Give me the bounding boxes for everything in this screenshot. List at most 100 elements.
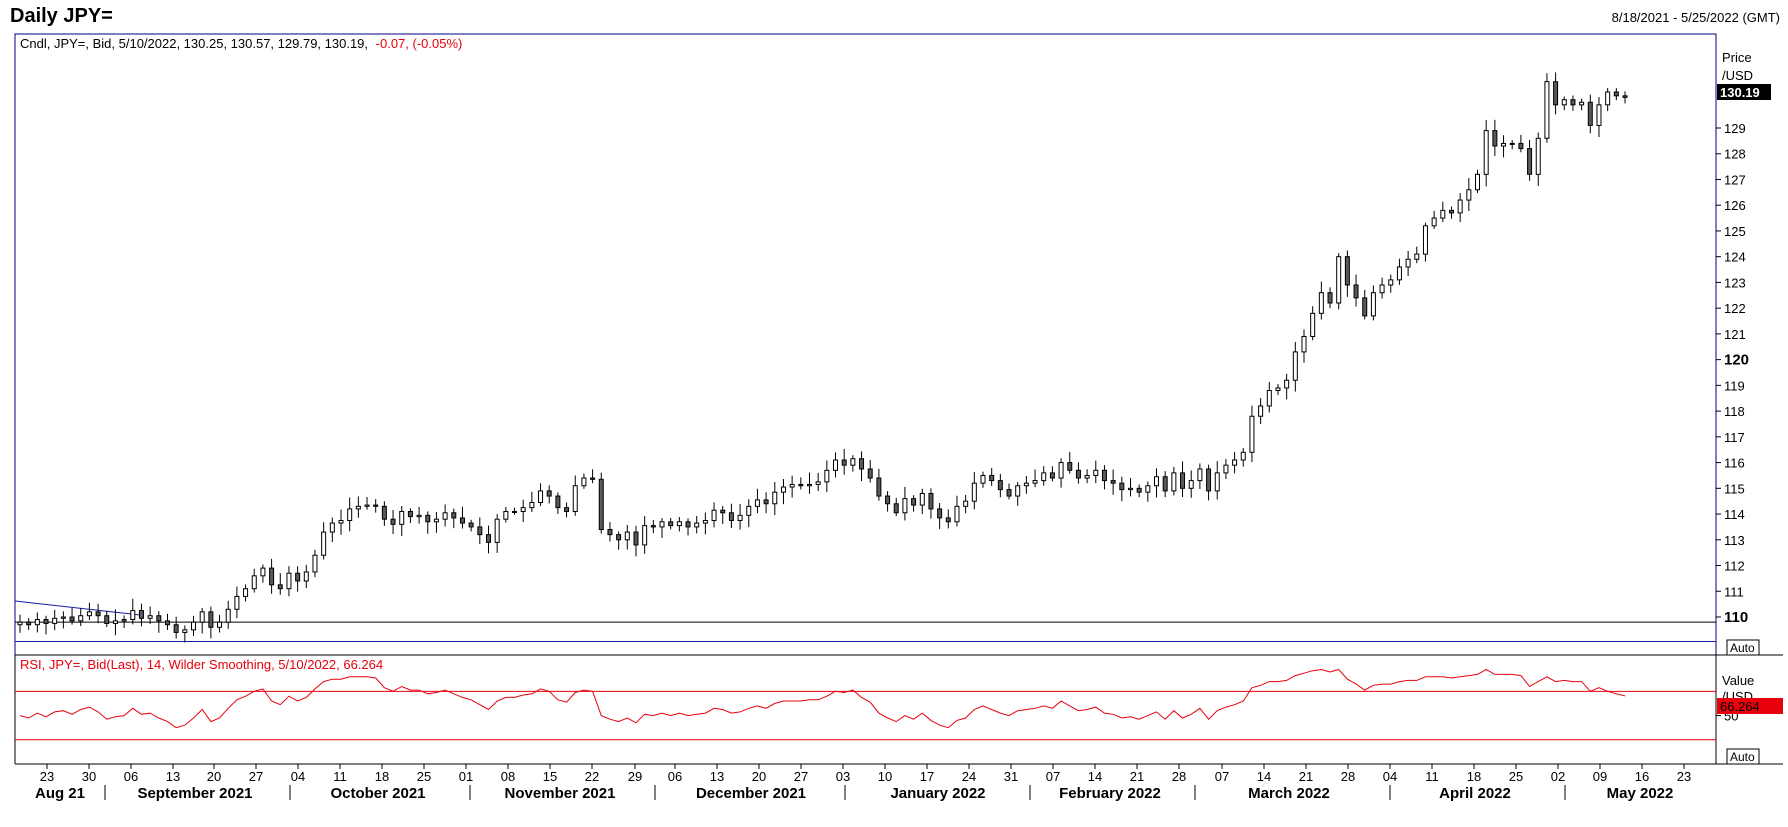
price-tick-label: 115 (1724, 481, 1745, 496)
candle (659, 517, 665, 538)
candle (1223, 459, 1229, 479)
candle (1509, 140, 1515, 150)
candle (1587, 94, 1593, 134)
candle (1023, 475, 1029, 494)
x-tick-label: 15 (543, 769, 557, 784)
price-auto-label: Auto (1730, 641, 1755, 655)
candle (1379, 277, 1385, 299)
candle (1275, 384, 1281, 395)
x-tick-label: 08 (501, 769, 515, 784)
candle (902, 486, 908, 521)
candle (173, 616, 179, 639)
candle (208, 606, 214, 639)
candle (885, 491, 891, 512)
candle (17, 614, 23, 633)
candle (1370, 285, 1376, 321)
candle (789, 475, 795, 498)
month-label: January 2022 (890, 785, 985, 802)
candle (1154, 468, 1160, 498)
x-tick-label: 22 (585, 769, 599, 784)
candle (112, 609, 118, 636)
candle (1561, 96, 1567, 111)
price-auto-button[interactable]: Auto (1726, 639, 1760, 656)
candle (286, 566, 292, 597)
price-legend-change: -0.07, (-0.05%) (376, 36, 463, 51)
candle (347, 497, 353, 532)
candle (1492, 119, 1498, 156)
candle (1544, 73, 1550, 143)
candle (390, 509, 396, 535)
candle (1431, 210, 1437, 229)
candle (512, 507, 518, 515)
candle (1457, 193, 1463, 223)
candle (1136, 484, 1142, 498)
candle (1483, 119, 1489, 187)
candle (1015, 482, 1021, 506)
candle (381, 501, 387, 526)
month-label: September 2021 (137, 785, 252, 802)
x-tick-label: 25 (417, 769, 431, 784)
candle (1518, 134, 1524, 153)
price-tick-label: 120 (1724, 352, 1749, 369)
candle (217, 614, 223, 633)
x-tick-label: 04 (291, 769, 305, 784)
candle (260, 564, 266, 583)
candle (919, 488, 925, 515)
candle (1162, 471, 1168, 498)
x-tick-label: 09 (1593, 769, 1607, 784)
x-tick-label: 11 (333, 769, 347, 784)
candle (329, 517, 335, 543)
candle (954, 495, 960, 527)
candle (95, 603, 101, 624)
candle (564, 502, 570, 518)
x-tick-label: 21 (1299, 769, 1313, 784)
rsi-auto-label: Auto (1730, 750, 1755, 764)
candle (1501, 135, 1507, 158)
rsi-auto-button[interactable]: Auto (1726, 748, 1760, 765)
candle (572, 475, 578, 516)
candle (52, 609, 58, 631)
candle (147, 606, 153, 624)
price-tick-label: 110 (1724, 609, 1748, 626)
candle (1292, 342, 1298, 392)
candle (1093, 460, 1099, 483)
candle (754, 488, 760, 514)
candle (295, 566, 301, 592)
candle (1596, 96, 1602, 138)
candle (1414, 246, 1420, 264)
price-panel-frame (14, 33, 1717, 656)
x-tick-label: 10 (878, 769, 892, 784)
candle (833, 452, 839, 478)
x-tick-label: 17 (920, 769, 934, 784)
candle (1127, 477, 1133, 497)
month-label: May 2022 (1607, 785, 1674, 802)
price-tick-label: 126 (1724, 198, 1746, 213)
candle (1422, 222, 1428, 262)
candle (321, 522, 327, 560)
candle (590, 469, 596, 484)
candle (702, 512, 708, 535)
candle (243, 584, 249, 602)
candle (1310, 306, 1316, 341)
x-tick-label: 13 (710, 769, 724, 784)
x-tick-label: 03 (836, 769, 850, 784)
candle (997, 473, 1003, 498)
month-label: Aug 21 (35, 785, 85, 802)
trendlines (14, 600, 1716, 642)
candle (867, 459, 873, 483)
candle (1171, 466, 1177, 496)
x-tick-label: 27 (249, 769, 263, 784)
candle (581, 473, 587, 489)
x-tick-label: 04 (1383, 769, 1397, 784)
x-tick-label: 23 (1677, 769, 1691, 784)
candle (130, 598, 136, 625)
x-tick-label: 24 (962, 769, 976, 784)
candle (1405, 250, 1411, 277)
price-tick-label: 125 (1724, 224, 1746, 239)
x-tick-label: 16 (1635, 769, 1649, 784)
candle (1110, 469, 1116, 495)
candle (451, 508, 457, 529)
x-tick-label: 06 (668, 769, 682, 784)
candle (1301, 329, 1307, 363)
x-tick-label: 29 (628, 769, 642, 784)
